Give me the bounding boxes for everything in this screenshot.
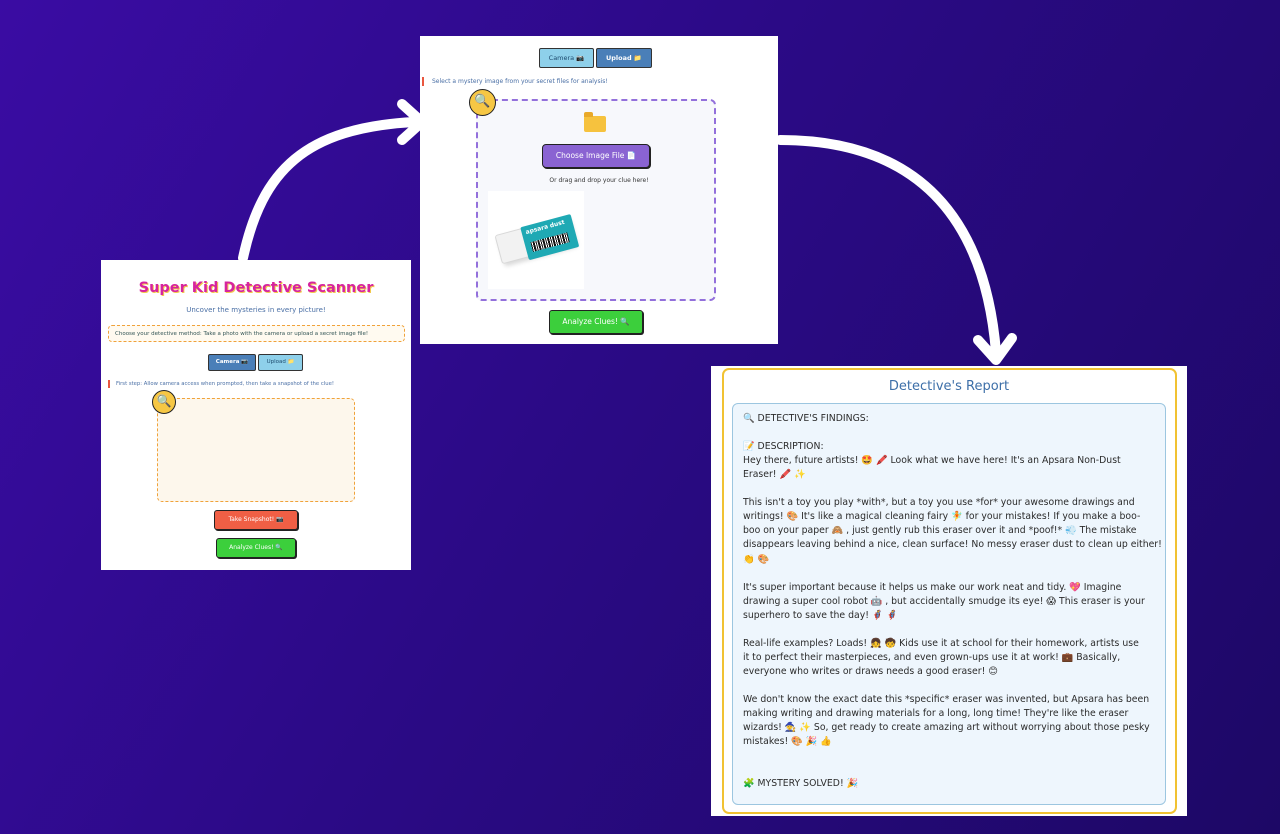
instruction-text: First step: Allow camera access when pro… [108,380,334,388]
report-line: boo on your paper 🙈 , just gently rub th… [743,525,1137,537]
barcode [530,232,570,252]
report-line: mistakes! 🎨 🎉 👍 [743,736,832,748]
report-title: Detective's Report [888,379,1010,394]
scanner-panel: Super Kid Detective Scanner Uncover the … [101,260,411,570]
magnifier-icon: 🔍 [469,89,496,116]
tab-upload[interactable]: Upload 📁 [258,354,303,371]
report-line: superhero to save the day! 🦸 🦸 [743,609,898,621]
eraser-image: apsara dust [494,213,580,265]
page-subtitle: Uncover the mysteries in every picture! [186,306,326,314]
report-line: drawing a super cool robot 🤖 , but accid… [743,595,1145,607]
take-snapshot-button[interactable]: Take Snapshot! 📷 [214,510,298,530]
upload-panel: Camera 📷 Upload 📁 Select a mystery image … [420,36,778,344]
tab-upload[interactable]: Upload 📁 [596,48,652,68]
arrow-to-report [775,135,1001,357]
report-line: It's super important because it helps us… [743,581,1122,593]
arrow-to-upload [238,117,419,263]
drag-drop-hint: Or drag and drop your clue here! [549,177,649,184]
tab-camera[interactable]: Camera 📷 [539,48,594,68]
report-line: wizards! 🧙 ✨ So, get ready to create ama… [743,722,1150,734]
magnifier-icon: 🔍 [152,390,176,414]
tab-camera[interactable]: Camera 📷 [208,354,256,371]
report-line: We don't know the exact date this *speci… [743,694,1150,705]
camera-preview [157,398,355,502]
report-line: Eraser! 🖍️ ✨ [743,469,806,481]
report-line: Hey there, future artists! 🤩 🖍️ Look wha… [743,455,1121,467]
report-line: This isn't a toy you play *with*, but a … [743,497,1135,509]
page-title: Super Kid Detective Scanner [138,280,374,296]
analyze-clues-button[interactable]: Analyze Clues! 🔍 [549,310,643,334]
mode-tabs: Camera 📷 Upload 📁 [208,354,303,373]
analyze-clues-button[interactable]: Analyze Clues! 🔍 [216,538,296,558]
method-box: Choose your detective method: Take a pho… [108,325,405,342]
image-thumbnail: apsara dust [488,191,584,289]
report-line: disappears leaving behind a nice, clean … [743,539,1162,551]
mode-tabs: Camera 📷 Upload 📁 [539,48,652,68]
report-line: writings! 🎨 It's like a magical cleaning… [743,511,1141,523]
choose-file-button[interactable]: Choose Image File 📄 [542,144,650,168]
report-line: 🔍 DETECTIVE'S FINDINGS: [743,413,869,424]
folder-icon [584,112,606,132]
report-line: 👏 🎨 [743,553,770,565]
report-line: making writing and drawing materials for… [743,708,1129,720]
eraser-sleeve: apsara dust [520,213,580,261]
report-line: 🧩 MYSTERY SOLVED! 🎉 [743,778,859,790]
report-line: Real-life examples? Loads! 👧 🧒 Kids use … [743,637,1139,649]
instruction-text: Select a mystery image from your secret … [422,77,608,86]
report-panel: Detective's Report 🔍 DETECTIVE'S FINDING… [711,366,1187,816]
report-line: 📝 DESCRIPTION: [743,441,824,453]
report-line: everyone who writes or draws needs a goo… [743,665,998,677]
report-line: it to perfect their masterpieces, and ev… [743,651,1121,663]
